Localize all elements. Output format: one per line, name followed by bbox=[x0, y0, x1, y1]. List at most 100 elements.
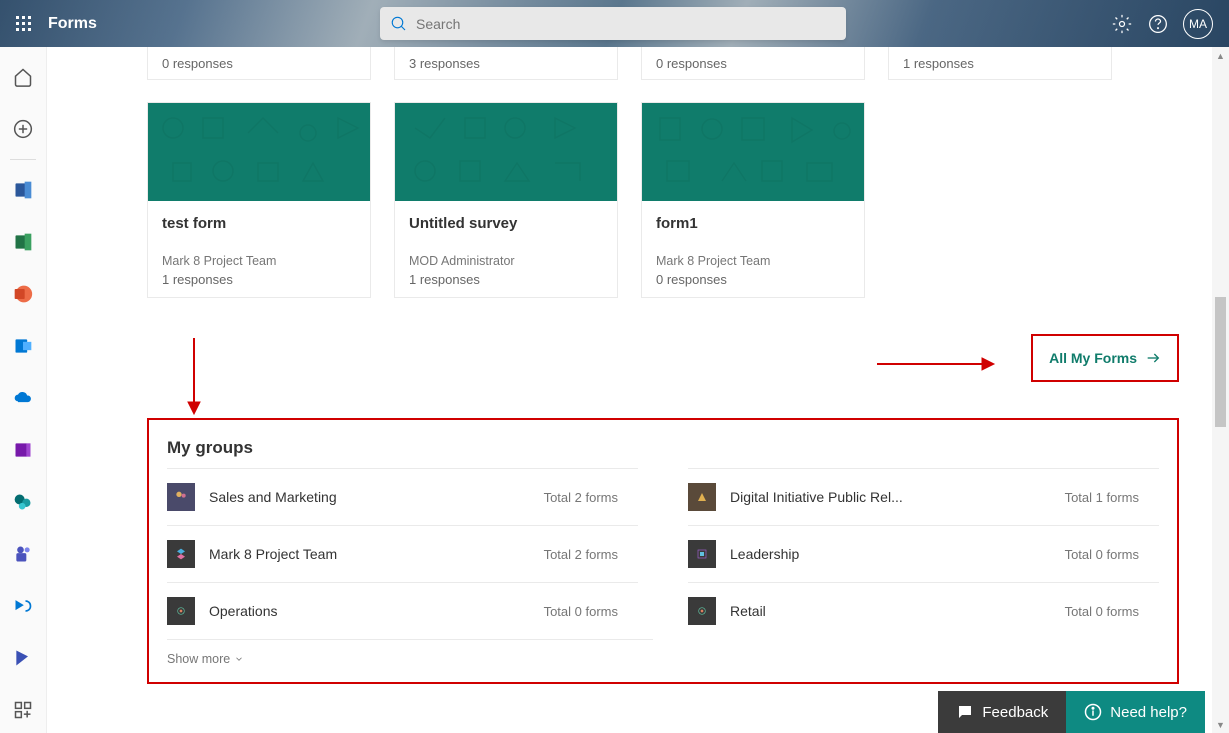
card-owner: MOD Administrator bbox=[409, 254, 603, 268]
all-my-forms-label: All My Forms bbox=[1049, 350, 1137, 366]
card-title: form1 bbox=[656, 215, 850, 232]
group-name: Operations bbox=[209, 603, 544, 619]
form-card[interactable]: Untitled survey MOD Administrator 1 resp… bbox=[394, 102, 618, 298]
nav-all-apps[interactable] bbox=[11, 698, 35, 722]
card-responses: 0 responses bbox=[656, 272, 850, 287]
card-responses: 0 responses bbox=[162, 56, 233, 71]
nav-powerpoint[interactable] bbox=[11, 282, 35, 306]
group-total: Total 0 forms bbox=[1065, 547, 1159, 562]
form-card[interactable]: test form Mark 8 Project Team 1 response… bbox=[147, 102, 371, 298]
all-my-forms-link[interactable]: All My Forms bbox=[1031, 334, 1179, 382]
group-total: Total 2 forms bbox=[544, 547, 638, 562]
group-item[interactable]: Sales and Marketing Total 2 forms bbox=[167, 468, 638, 525]
nav-sharepoint[interactable] bbox=[11, 490, 35, 514]
nav-onenote[interactable] bbox=[11, 438, 35, 462]
card-owner: Mark 8 Project Team bbox=[656, 254, 850, 268]
nav-home[interactable] bbox=[11, 65, 35, 89]
teams-icon bbox=[13, 544, 33, 564]
outlook-icon bbox=[13, 336, 33, 356]
search-input[interactable] bbox=[416, 16, 836, 32]
nav-yammer[interactable] bbox=[11, 594, 35, 618]
scroll-down-icon[interactable]: ▼ bbox=[1212, 716, 1229, 733]
word-icon bbox=[13, 180, 33, 200]
stub-card[interactable]: 3 responses bbox=[394, 47, 618, 80]
search-icon bbox=[390, 15, 408, 33]
gear-icon bbox=[1112, 14, 1132, 34]
card-title: test form bbox=[162, 215, 356, 232]
nav-teams[interactable] bbox=[11, 542, 35, 566]
group-name: Digital Initiative Public Rel... bbox=[730, 489, 1065, 505]
user-avatar[interactable]: MA bbox=[1183, 9, 1213, 39]
home-icon bbox=[13, 67, 33, 87]
sharepoint-icon bbox=[13, 492, 33, 512]
form-card[interactable]: form1 Mark 8 Project Team 0 responses bbox=[641, 102, 865, 298]
my-groups-title: My groups bbox=[167, 438, 1159, 458]
nav-outlook[interactable] bbox=[11, 334, 35, 358]
card-hero bbox=[148, 103, 370, 201]
group-item[interactable]: Mark 8 Project Team Total 2 forms bbox=[167, 525, 638, 582]
onedrive-icon bbox=[13, 388, 33, 408]
left-rail bbox=[0, 47, 47, 733]
card-owner: Mark 8 Project Team bbox=[162, 254, 356, 268]
arrow-right-icon bbox=[1145, 350, 1161, 366]
my-groups-section: My groups Sales and Marketing Total 2 fo… bbox=[147, 418, 1179, 684]
main-content: 0 responses 3 responses 0 responses 1 re… bbox=[47, 47, 1229, 733]
scrollbar[interactable]: ▲ ▼ bbox=[1212, 47, 1229, 733]
group-name: Leadership bbox=[730, 546, 1065, 562]
card-title: Untitled survey bbox=[409, 215, 603, 232]
nav-excel[interactable] bbox=[11, 230, 35, 254]
all-my-forms-row: All My Forms bbox=[147, 334, 1179, 382]
card-hero bbox=[642, 103, 864, 201]
group-item[interactable]: Retail Total 0 forms bbox=[688, 582, 1159, 639]
stub-card[interactable]: 0 responses bbox=[147, 47, 371, 80]
header-right: MA bbox=[1111, 9, 1221, 39]
groups-col-right: Digital Initiative Public Rel... Total 1… bbox=[688, 468, 1159, 639]
card-responses: 1 responses bbox=[162, 272, 356, 287]
nav-create[interactable] bbox=[11, 117, 35, 141]
plus-circle-icon bbox=[13, 119, 33, 139]
group-item[interactable]: Leadership Total 0 forms bbox=[688, 525, 1159, 582]
annotation-arrow-down bbox=[184, 338, 204, 421]
scrollbar-thumb[interactable] bbox=[1215, 297, 1226, 427]
group-name: Sales and Marketing bbox=[209, 489, 544, 505]
nav-onedrive[interactable] bbox=[11, 386, 35, 410]
card-responses: 3 responses bbox=[409, 56, 480, 71]
bottom-buttons: Feedback Need help? bbox=[938, 691, 1205, 733]
settings-button[interactable] bbox=[1111, 13, 1133, 35]
search-box[interactable] bbox=[380, 7, 846, 40]
group-avatar-icon bbox=[167, 483, 195, 511]
rail-divider bbox=[10, 159, 36, 160]
group-total: Total 1 forms bbox=[1065, 490, 1159, 505]
powerpoint-icon bbox=[13, 284, 33, 304]
group-name: Mark 8 Project Team bbox=[209, 546, 544, 562]
card-hero bbox=[395, 103, 617, 201]
show-more-link[interactable]: Show more bbox=[167, 639, 653, 674]
nav-word[interactable] bbox=[11, 178, 35, 202]
chat-icon bbox=[956, 703, 974, 721]
scroll-up-icon[interactable]: ▲ bbox=[1212, 47, 1229, 64]
card-body: Untitled survey MOD Administrator 1 resp… bbox=[395, 201, 617, 297]
feedback-button[interactable]: Feedback bbox=[938, 691, 1066, 733]
stub-card[interactable]: 1 responses bbox=[888, 47, 1112, 80]
stub-card[interactable]: 0 responses bbox=[641, 47, 865, 80]
groups-col-left: Sales and Marketing Total 2 forms Mark 8… bbox=[167, 468, 638, 639]
apps-icon bbox=[13, 700, 33, 720]
group-total: Total 2 forms bbox=[544, 490, 638, 505]
group-avatar-icon bbox=[688, 597, 716, 625]
yammer-icon bbox=[13, 596, 33, 616]
group-avatar-icon bbox=[688, 540, 716, 568]
nav-dynamics[interactable] bbox=[11, 646, 35, 670]
feedback-label: Feedback bbox=[982, 704, 1048, 721]
group-item[interactable]: Digital Initiative Public Rel... Total 1… bbox=[688, 468, 1159, 525]
stub-cards-row: 0 responses 3 responses 0 responses 1 re… bbox=[147, 47, 1179, 80]
onenote-icon bbox=[13, 440, 33, 460]
group-item[interactable]: Operations Total 0 forms bbox=[167, 582, 638, 639]
need-help-label: Need help? bbox=[1110, 704, 1187, 721]
app-header: Forms MA bbox=[0, 0, 1229, 47]
excel-icon bbox=[13, 232, 33, 252]
app-launcher-button[interactable] bbox=[8, 8, 40, 40]
waffle-icon bbox=[16, 16, 32, 32]
card-body: test form Mark 8 Project Team 1 response… bbox=[148, 201, 370, 297]
need-help-button[interactable]: Need help? bbox=[1066, 691, 1205, 733]
help-button[interactable] bbox=[1147, 13, 1169, 35]
